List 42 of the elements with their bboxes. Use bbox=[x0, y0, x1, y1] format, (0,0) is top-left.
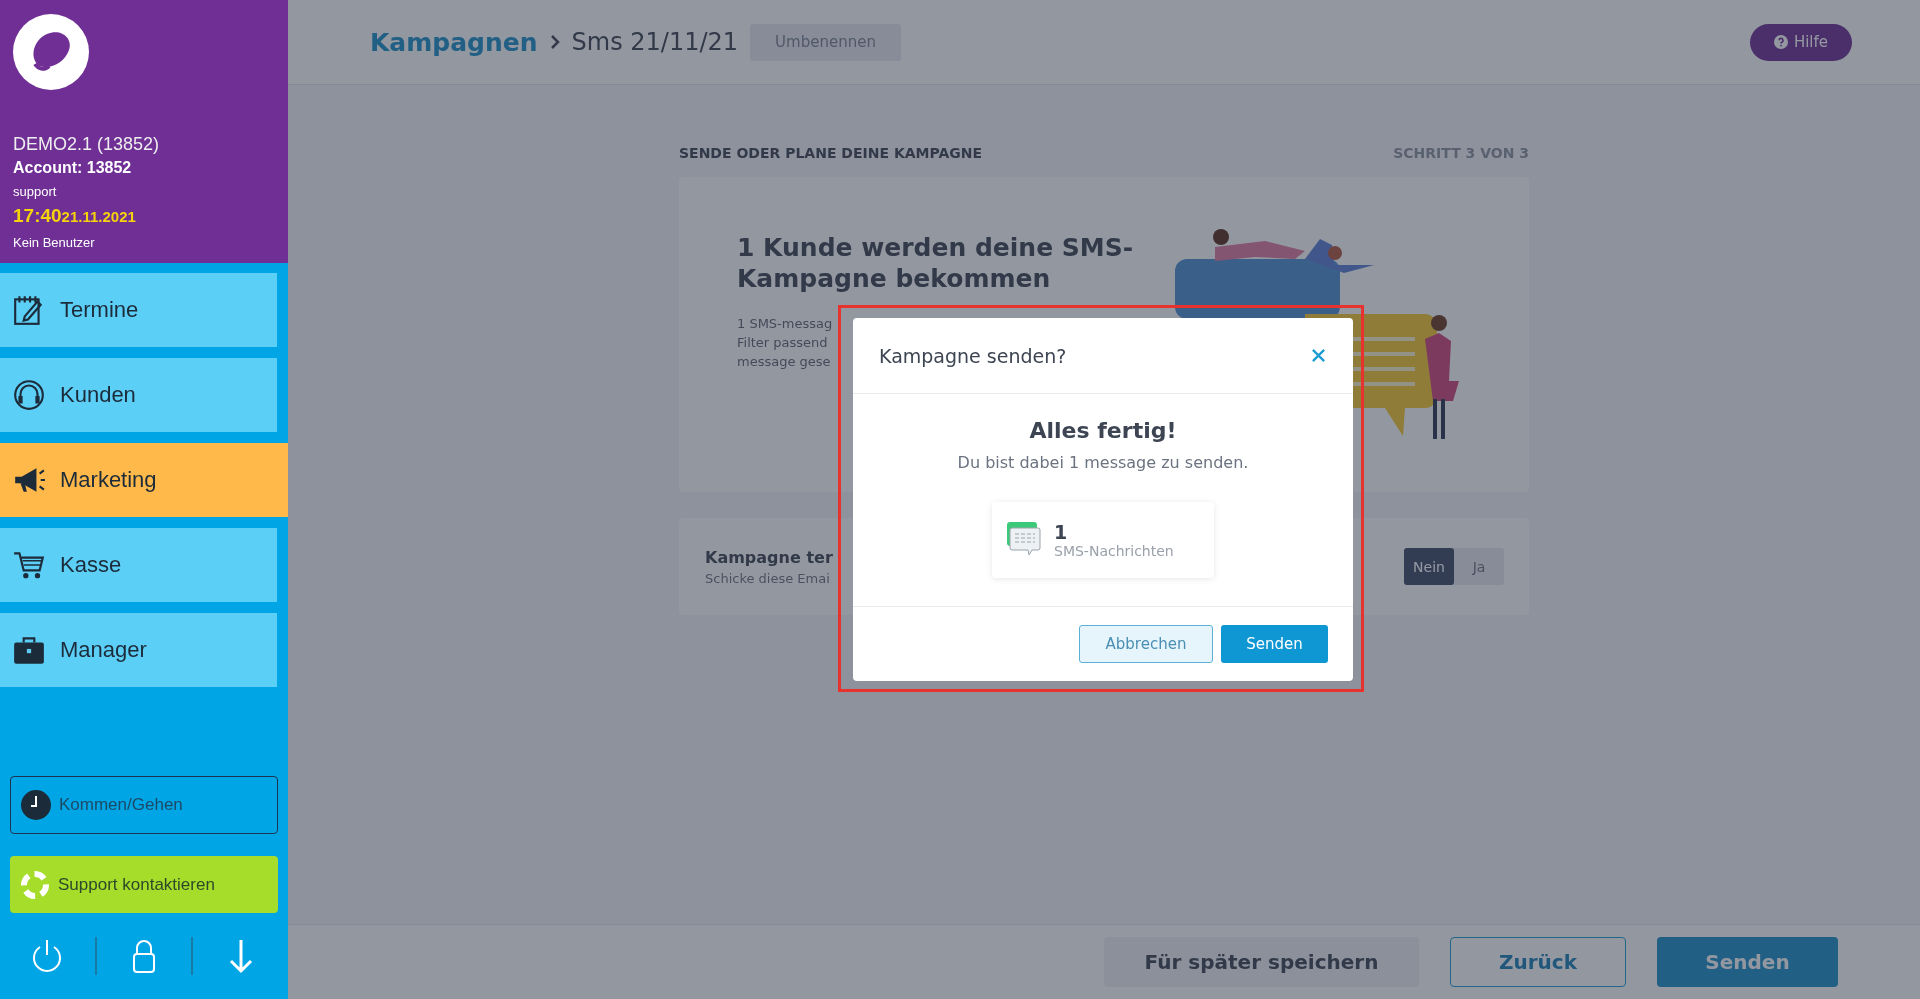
nav-item[interactable]: Kunden bbox=[0, 358, 277, 432]
summary-text-line: 1 SMS-messag bbox=[737, 315, 833, 333]
schedule-subtitle: Schicke diese Emai bbox=[705, 570, 830, 586]
footer-button[interactable]: Für später speichern bbox=[1104, 937, 1419, 987]
clock-in-out-button[interactable]: Kommen/Gehen bbox=[10, 776, 278, 834]
footer-button[interactable]: Senden bbox=[1657, 937, 1838, 987]
account-name: DEMO2.1 (13852) bbox=[13, 134, 161, 155]
headset-icon bbox=[12, 378, 46, 412]
question-icon bbox=[1773, 35, 1788, 49]
dialog-heading: Alles fertig! bbox=[1029, 418, 1177, 443]
account-number: Account: 13852 bbox=[13, 159, 133, 177]
logo-icon bbox=[13, 14, 89, 90]
nav-item[interactable]: Termine bbox=[0, 273, 277, 347]
support-button[interactable]: Support kontaktieren bbox=[10, 856, 278, 913]
user-name: support bbox=[13, 184, 58, 199]
lifebuoy-icon bbox=[20, 869, 50, 900]
help-button[interactable]: Hilfe bbox=[1749, 23, 1852, 61]
summary-text-line: message gese bbox=[737, 353, 831, 371]
clock-date: 21.11.2021 bbox=[61, 208, 136, 225]
schedule-title: Kampagne ter bbox=[705, 547, 833, 567]
summary-heading: 1 Kunde werden deine SMS-Kampagne bekommen bbox=[737, 232, 1135, 294]
clock-icon bbox=[21, 790, 51, 820]
dialog-button[interactable]: Senden bbox=[1221, 625, 1328, 663]
step-title: SENDE ODER PLANE DEINE KAMPAGNE bbox=[679, 145, 983, 163]
user-status: Kein Benutzer bbox=[13, 235, 96, 250]
nav-item[interactable]: Kasse bbox=[0, 528, 277, 602]
breadcrumb-link[interactable]: Kampagnen bbox=[370, 27, 538, 57]
toggle-option[interactable]: Ja bbox=[1454, 548, 1504, 585]
sms-count: 1 bbox=[1054, 521, 1069, 543]
toggle-option[interactable]: Nein bbox=[1404, 548, 1454, 585]
chevron-right-icon bbox=[549, 34, 560, 50]
footer-button[interactable]: Zurück bbox=[1450, 937, 1626, 987]
summary-text-line: Filter passend bbox=[737, 334, 828, 352]
sms-count-label: SMS-Nachrichten bbox=[1054, 543, 1174, 559]
nav-item[interactable]: Marketing bbox=[0, 443, 288, 517]
clock-time: 17:40 bbox=[13, 205, 62, 226]
nav-item[interactable]: Manager bbox=[0, 613, 277, 687]
dialog-title: Kampagne senden? bbox=[879, 344, 1067, 367]
dialog-button[interactable]: Abbrechen bbox=[1079, 625, 1213, 663]
close-icon[interactable] bbox=[1311, 348, 1326, 363]
dialog-message: Du bist dabei 1 message zu senden. bbox=[957, 453, 1249, 472]
page-title: Sms 21/11/21 bbox=[571, 28, 739, 56]
